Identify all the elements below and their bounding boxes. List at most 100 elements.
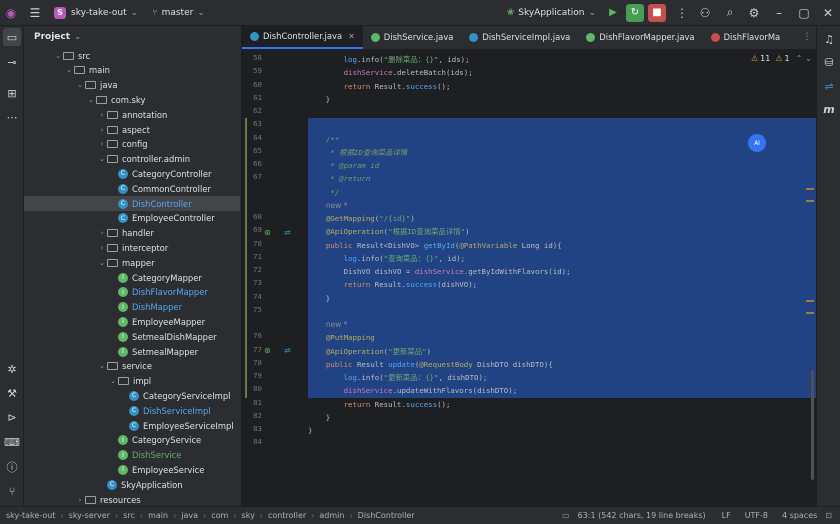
tree-item[interactable]: C DishController [24, 196, 240, 211]
chevron-right-icon[interactable]: › [97, 244, 107, 252]
code-line[interactable]: log.info("更新菜品：{}", dishDTO); [308, 371, 488, 384]
breadcrumb-item[interactable]: main [148, 511, 168, 520]
close-tab-icon[interactable]: ✕ [348, 32, 355, 41]
editor-tab[interactable]: DishController.java ✕ [242, 25, 363, 49]
rerun-icon[interactable]: ↻ [626, 3, 644, 22]
request-mapping-icon[interactable]: ⇌ [284, 228, 291, 237]
caret-position[interactable]: 63:1 (542 chars, 19 line breaks) [578, 511, 706, 520]
tree-item[interactable]: ⌄ impl [24, 374, 240, 389]
breadcrumb-item[interactable]: sky [242, 511, 255, 520]
code-line[interactable]: new * [308, 199, 348, 212]
breadcrumb-item[interactable]: sky-take-out [6, 511, 55, 520]
tree-item[interactable]: I DishFlavorMapper [24, 285, 240, 300]
tree-item[interactable]: C CommonController [24, 181, 240, 196]
breadcrumb-item[interactable]: com [211, 511, 228, 520]
code-line[interactable]: * @param id [308, 159, 379, 172]
chevron-right-icon[interactable]: › [97, 140, 107, 148]
tree-item[interactable]: › aspect [24, 122, 240, 137]
chevron-right-icon[interactable]: › [97, 229, 107, 237]
chevron-down-icon[interactable]: ⌄ [75, 81, 85, 89]
more-tabs-icon[interactable]: ⋮ [798, 25, 816, 49]
minimize-icon[interactable]: – [766, 0, 792, 26]
chevron-down-icon[interactable]: ⌄ [86, 96, 96, 104]
endpoint-icon[interactable]: ⊛ [264, 228, 271, 237]
code-line[interactable]: @ApiOperation("更新菜品") [308, 345, 431, 358]
line-separator[interactable]: LF [722, 511, 731, 520]
settings-gear-icon[interactable]: ⚙ [742, 0, 766, 26]
code-line[interactable]: dishService.deleteBatch(ids); [308, 66, 473, 79]
maximize-icon[interactable]: ▢ [792, 0, 816, 26]
tree-item[interactable]: ⌄ java [24, 78, 240, 93]
breadcrumb-item[interactable]: DishController [358, 511, 415, 520]
tree-item[interactable]: › config [24, 137, 240, 152]
tree-item[interactable]: › resources [24, 492, 240, 506]
commit-icon[interactable]: ⊸ [3, 53, 21, 71]
code-line[interactable]: DishVO dishVO = dishService.getByIdWithF… [308, 265, 571, 278]
editor-tab[interactable]: DishFlavorMa [703, 25, 789, 49]
tree-item[interactable]: C EmployeeController [24, 211, 240, 226]
code-line[interactable]: } [308, 93, 330, 106]
code-line[interactable]: * @return [308, 172, 370, 185]
tree-item[interactable]: ⌄ com.sky [24, 92, 240, 107]
problems-icon[interactable]: ⓘ [3, 458, 21, 476]
ai-assistant-bubble[interactable]: AI [748, 134, 766, 152]
code-line[interactable]: */ [308, 186, 339, 199]
tree-item[interactable]: ⌄ main [24, 63, 240, 78]
project-panel-header[interactable]: Project ⌄ [24, 26, 241, 48]
chevron-right-icon[interactable]: › [97, 126, 107, 134]
more-tools-icon[interactable]: ⋯ [3, 108, 21, 126]
chevron-down-icon[interactable]: ⌄ [108, 377, 118, 385]
tree-item[interactable]: I DishService [24, 448, 240, 463]
git-icon[interactable]: ⑂ [3, 482, 21, 500]
editor-scrollbar[interactable] [806, 70, 816, 506]
indent-setting[interactable]: 4 spaces [782, 511, 817, 520]
tree-item[interactable]: ⌄ src [24, 48, 240, 63]
code-line[interactable]: new * [308, 318, 348, 331]
stop-icon[interactable]: ■ [648, 3, 666, 22]
tree-item[interactable]: ⌄ controller.admin [24, 152, 240, 167]
endpoint-icon[interactable]: ⊛ [264, 346, 271, 355]
tree-item[interactable]: C CategoryController [24, 166, 240, 181]
tree-item[interactable]: › interceptor [24, 240, 240, 255]
tree-item[interactable]: ⌄ mapper [24, 255, 240, 270]
branch-switcher[interactable]: ⑂ master ⌄ [152, 8, 205, 18]
tree-item[interactable]: C EmployeeServiceImpl [24, 418, 240, 433]
structure-icon[interactable]: ⊞ [3, 84, 21, 102]
tree-item[interactable]: I SetmealMapper [24, 344, 240, 359]
terminal-icon[interactable]: ⌨ [3, 433, 21, 451]
code-line[interactable]: /** [308, 133, 339, 146]
code-line[interactable]: } [308, 411, 330, 424]
editor-tab[interactable]: DishService.java [363, 25, 462, 49]
lock-icon[interactable]: ⊡ [825, 511, 832, 520]
more-actions-icon[interactable]: ⋮ [672, 0, 692, 26]
code-line[interactable]: dishService.updateWithFlavors(dishDTO); [308, 384, 518, 397]
code-line[interactable]: return Result.success(); [308, 398, 451, 411]
endpoints-icon[interactable]: ⇌ [820, 77, 838, 95]
debug-icon[interactable]: ✲ [3, 360, 21, 378]
code-line[interactable]: } [308, 292, 330, 305]
breadcrumb-item[interactable]: java [181, 511, 198, 520]
tree-item[interactable]: › handler [24, 226, 240, 241]
app-logo-icon[interactable]: ◉ [0, 0, 22, 26]
project-switcher[interactable]: S sky-take-out ⌄ [54, 6, 138, 19]
database-icon[interactable]: ⛁ [820, 53, 838, 71]
breadcrumb-item[interactable]: src [123, 511, 135, 520]
tree-item[interactable]: ⌄ service [24, 359, 240, 374]
chevron-right-icon[interactable]: › [75, 496, 85, 504]
code-area[interactable]: log.info("删除菜品：{}", ids); dishService.de… [308, 50, 816, 506]
tree-item[interactable]: I CategoryService [24, 433, 240, 448]
request-mapping-icon[interactable]: ⇌ [284, 346, 291, 355]
tree-item[interactable]: C DishServiceImpl [24, 403, 240, 418]
code-line[interactable]: log.info("查询菜品：{}", id); [308, 252, 466, 265]
chevron-down-icon[interactable]: ⌄ [64, 66, 74, 74]
file-encoding[interactable]: UTF-8 [745, 511, 768, 520]
editor-tab[interactable]: DishFlavorMapper.java [578, 25, 702, 49]
search-icon[interactable]: ⌕ [718, 0, 742, 26]
project-folder-icon[interactable]: ▭ [3, 28, 21, 46]
tree-item[interactable]: C SkyApplication [24, 477, 240, 492]
breadcrumb-item[interactable]: sky-server [69, 511, 110, 520]
code-line[interactable]: return Result.success(); [308, 80, 451, 93]
build-hammer-icon[interactable]: ⚒ [3, 384, 21, 402]
code-editor[interactable]: ⚠ 11 ⚠ 1 ⌃ ⌄ ⊛ ⇌ ⊛ ⇌ 58 59 60 61 62 63 64 65 66 6… [242, 50, 816, 506]
tree-item[interactable]: I CategoryMapper [24, 270, 240, 285]
